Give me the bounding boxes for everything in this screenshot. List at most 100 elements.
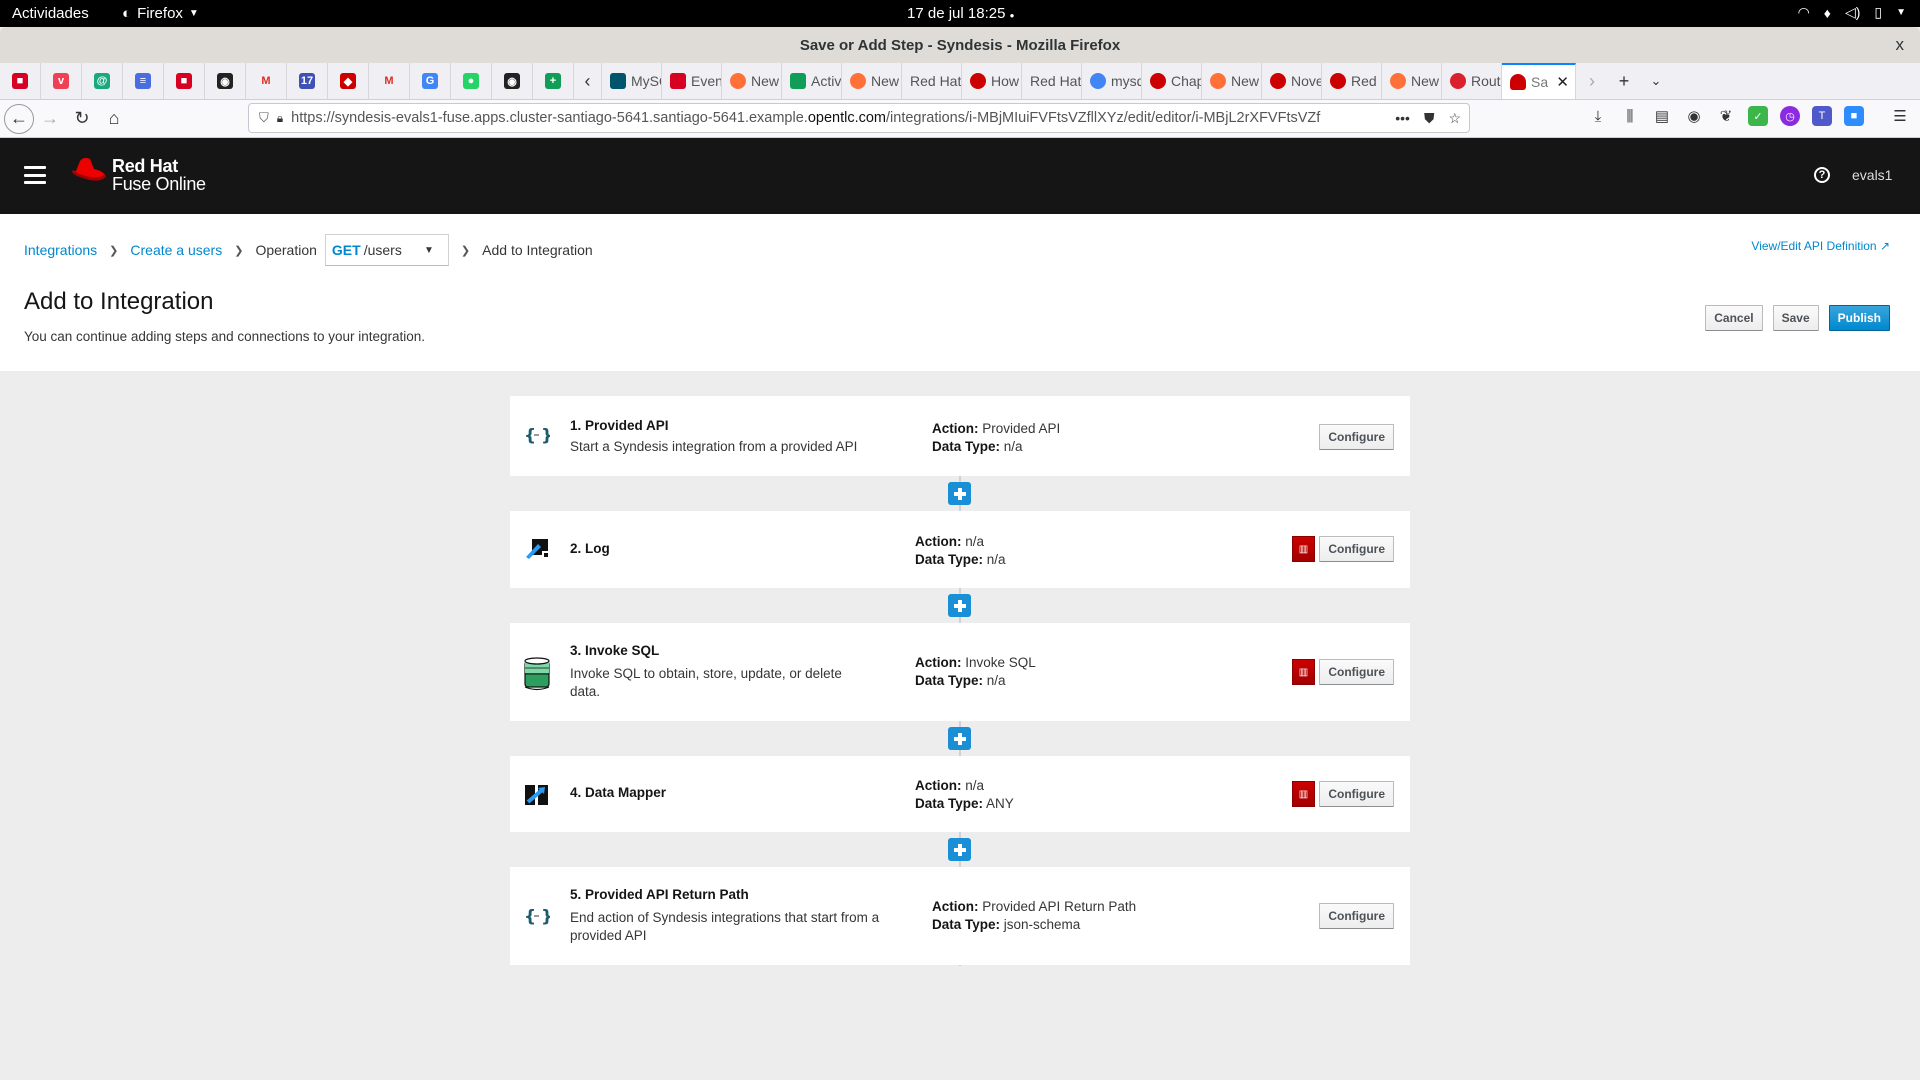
pinned-tab[interactable]: 17 xyxy=(287,63,328,99)
account-icon[interactable]: ◉ xyxy=(1684,106,1704,126)
pinned-tab[interactable]: M xyxy=(369,63,410,99)
pinned-tab[interactable]: ◆ xyxy=(328,63,369,99)
add-step-button[interactable] xyxy=(948,594,971,617)
configure-button[interactable]: Configure xyxy=(1319,659,1394,685)
window-close-button[interactable]: x xyxy=(1896,35,1905,55)
step-card: 2. Log Action: n/a Data Type: n/a ▥ Conf… xyxy=(510,511,1410,588)
system-menu-chevron-icon: ▼ xyxy=(1896,7,1906,18)
operation-select[interactable]: GET /users ▼ xyxy=(324,234,449,266)
tab[interactable]: How xyxy=(962,63,1022,99)
pinned-tab[interactable]: M xyxy=(246,63,287,99)
tab[interactable]: Red Hat xyxy=(1022,63,1082,99)
delete-step-button[interactable]: ▥ xyxy=(1292,781,1315,807)
tab[interactable]: Nove xyxy=(1262,63,1322,99)
scroll-tabs-right-button[interactable]: › xyxy=(1576,63,1608,99)
tab-label: Red Hat xyxy=(1030,73,1082,89)
page-actions-icon[interactable]: ••• xyxy=(1395,110,1410,127)
data-mapper-icon xyxy=(524,784,550,811)
configure-button[interactable]: Configure xyxy=(1319,536,1394,562)
step-card: 4. Data Mapper Action: n/a Data Type: AN… xyxy=(510,756,1410,832)
configure-button[interactable]: Configure xyxy=(1319,781,1394,807)
extension-purple-icon[interactable]: ◷ xyxy=(1780,106,1800,126)
user-menu[interactable]: evals1 xyxy=(1852,167,1892,183)
tab[interactable]: New xyxy=(722,63,782,99)
tab[interactable]: Red H xyxy=(1322,63,1382,99)
tab[interactable]: MySQL xyxy=(602,63,662,99)
configure-button[interactable]: Configure xyxy=(1319,903,1394,929)
close-tab-button[interactable]: ✕ xyxy=(1556,73,1569,91)
tab[interactable]: New xyxy=(1202,63,1262,99)
tab[interactable]: New xyxy=(1382,63,1442,99)
pinned-tab[interactable]: ■ xyxy=(0,63,41,99)
pinned-tab[interactable]: ● xyxy=(451,63,492,99)
forward-button[interactable]: → xyxy=(34,103,66,135)
app-menu[interactable]: ◐ Firefox ▼ xyxy=(122,5,199,22)
tab[interactable]: Activ xyxy=(782,63,842,99)
new-tab-button[interactable]: + xyxy=(1608,63,1640,99)
action-value: Provided API xyxy=(982,421,1061,436)
pinned-tab[interactable]: ◉ xyxy=(492,63,533,99)
activities-button[interactable]: Actividades xyxy=(12,5,89,22)
data-type-value: ANY xyxy=(986,796,1014,811)
tab[interactable]: mysq xyxy=(1082,63,1142,99)
pinned-tab[interactable]: v xyxy=(41,63,82,99)
pinned-tab[interactable]: ■ xyxy=(164,63,205,99)
pinned-tab[interactable]: @ xyxy=(82,63,123,99)
step-description: Start a Syndesis integration from a prov… xyxy=(570,439,858,454)
tracking-protection-icon[interactable]: ⛉ xyxy=(259,110,269,126)
system-tray[interactable]: ◠ ♦ ◁) ▯ ▼ xyxy=(1798,4,1906,21)
pinned-tab[interactable]: G xyxy=(410,63,451,99)
library-icon[interactable]: ⫼ xyxy=(1620,106,1640,126)
teams-icon[interactable]: T xyxy=(1812,106,1832,126)
clock[interactable]: 17 de jul 18:25 ● xyxy=(907,5,1014,22)
pinned-tab[interactable]: ◉ xyxy=(205,63,246,99)
step-meta: Action: Provided API Data Type: n/a xyxy=(932,420,1060,456)
add-step-button[interactable] xyxy=(948,838,971,861)
save-button[interactable]: Save xyxy=(1772,305,1819,331)
tab[interactable]: Event xyxy=(662,63,722,99)
event-icon xyxy=(670,73,686,89)
tab[interactable]: Route xyxy=(1442,63,1502,99)
svg-text:}: } xyxy=(541,426,550,444)
reload-button[interactable]: ↻ xyxy=(66,103,98,135)
tab[interactable]: New xyxy=(842,63,902,99)
brand-logo[interactable]: Red Hat Fuse Online xyxy=(70,157,206,193)
pinned-tab[interactable]: + xyxy=(533,63,574,99)
privacy-badger-icon[interactable]: ✓ xyxy=(1748,106,1768,126)
downloads-icon[interactable]: ⤓ xyxy=(1588,106,1608,126)
tab[interactable]: Red Hat xyxy=(902,63,962,99)
breadcrumb-create-a-users[interactable]: Create a users xyxy=(130,242,222,258)
tab[interactable]: Chap xyxy=(1142,63,1202,99)
configure-button[interactable]: Configure xyxy=(1319,424,1394,450)
pinned-tab[interactable]: ≡ xyxy=(123,63,164,99)
delete-step-button[interactable]: ▥ xyxy=(1292,536,1315,562)
lock-icon[interactable]: 🔒︎ xyxy=(277,111,283,126)
bookmark-star-icon[interactable]: ☆ xyxy=(1448,110,1461,127)
tab-active[interactable]: Sa ✕ xyxy=(1502,63,1576,99)
back-button[interactable]: ← xyxy=(4,103,34,134)
nav-toggle-button[interactable] xyxy=(24,166,46,184)
delete-step-button[interactable]: ▥ xyxy=(1292,659,1315,685)
add-step-button[interactable] xyxy=(948,482,971,505)
url-input[interactable]: https://syndesis-evals1-fuse.apps.cluste… xyxy=(291,110,1377,126)
app-menu-icon[interactable]: ☰ xyxy=(1890,106,1910,126)
gnome-extension-icon[interactable]: ❦ xyxy=(1716,106,1736,126)
breadcrumb-integrations[interactable]: Integrations xyxy=(24,242,97,258)
view-edit-api-definition-link[interactable]: View/Edit API Definition ↗ xyxy=(1751,239,1890,253)
url-bar[interactable]: ⛉ 🔒︎ https://syndesis-evals1-fuse.apps.c… xyxy=(248,103,1470,133)
system-top-bar: Actividades ◐ Firefox ▼ 17 de jul 18:25 … xyxy=(0,0,1920,27)
help-icon[interactable]: ? xyxy=(1814,167,1830,183)
zoom-meeting-icon[interactable]: ■ xyxy=(1844,106,1864,126)
redhat-icon xyxy=(970,73,986,89)
list-all-tabs-button[interactable]: ⌄ xyxy=(1640,63,1672,99)
cancel-button[interactable]: Cancel xyxy=(1705,305,1763,331)
firefox-icon xyxy=(1210,73,1226,89)
scroll-tabs-left-button[interactable]: ‹ xyxy=(574,63,602,99)
pocket-icon[interactable]: ⛊ xyxy=(1424,110,1435,127)
trash-icon: ▥ xyxy=(1298,543,1309,555)
sidebar-icon[interactable]: ▤ xyxy=(1652,106,1672,126)
integration-steps: {} 1. Provided API Start a Syndesis inte… xyxy=(510,396,1410,966)
add-step-button[interactable] xyxy=(948,727,971,750)
publish-button[interactable]: Publish xyxy=(1828,305,1890,331)
home-button[interactable]: ⌂ xyxy=(98,103,130,135)
